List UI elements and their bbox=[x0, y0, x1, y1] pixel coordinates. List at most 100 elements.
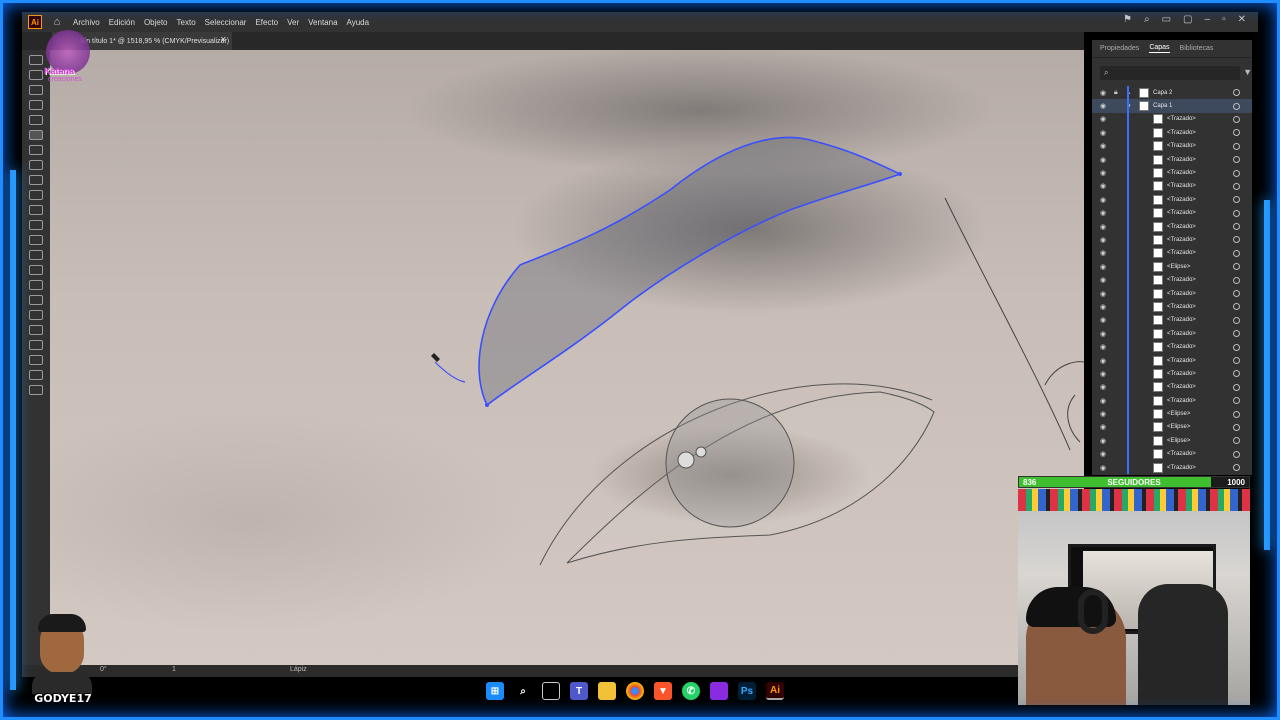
layer-name[interactable]: <Trazado> bbox=[1167, 304, 1233, 310]
windows-start-icon[interactable]: ⊞ bbox=[486, 682, 504, 700]
home-icon[interactable]: ⌂ bbox=[50, 15, 64, 29]
layer-name[interactable]: <Trazado> bbox=[1167, 157, 1233, 163]
layer-name[interactable]: <Trazado> bbox=[1167, 116, 1233, 122]
target-circle-icon[interactable] bbox=[1233, 223, 1240, 231]
sublayer-row[interactable]: ◉ <Trazado> bbox=[1092, 447, 1252, 461]
sublayer-row[interactable]: ◉ <Trazado> bbox=[1092, 327, 1252, 341]
sublayer-row[interactable]: ◉ <Elipse> bbox=[1092, 260, 1252, 274]
zoom-tool-icon[interactable] bbox=[29, 310, 43, 320]
pen-tool-icon[interactable] bbox=[29, 85, 43, 95]
layer-name[interactable]: <Trazado> bbox=[1167, 358, 1233, 364]
target-circle-icon[interactable] bbox=[1233, 464, 1240, 472]
layer-name[interactable]: <Trazado> bbox=[1167, 197, 1233, 203]
visibility-eye-icon[interactable]: ◉ bbox=[1100, 236, 1109, 244]
sublayer-row[interactable]: ◉ <Trazado> bbox=[1092, 300, 1252, 314]
menu-ventana[interactable]: Ventana bbox=[308, 18, 337, 27]
search-icon[interactable]: ⌕ bbox=[1144, 14, 1150, 25]
layer-name[interactable]: <Trazado> bbox=[1167, 451, 1233, 457]
sublayer-row[interactable]: ◉ <Trazado> bbox=[1092, 273, 1252, 287]
target-circle-icon[interactable] bbox=[1233, 169, 1240, 177]
color-mode-icon[interactable] bbox=[29, 340, 43, 350]
artboard-number[interactable]: 1 bbox=[172, 666, 176, 673]
draw-mode-icon[interactable] bbox=[29, 355, 43, 365]
sublayer-row[interactable]: ◉ <Trazado> bbox=[1092, 206, 1252, 220]
target-circle-icon[interactable] bbox=[1233, 249, 1240, 257]
visibility-eye-icon[interactable]: ◉ bbox=[1100, 102, 1109, 110]
layer-name[interactable]: <Trazado> bbox=[1167, 170, 1233, 176]
layer-name[interactable]: <Trazado> bbox=[1167, 465, 1233, 471]
layer-name[interactable]: <Elipse> bbox=[1167, 411, 1233, 417]
target-circle-icon[interactable] bbox=[1233, 142, 1240, 150]
visibility-eye-icon[interactable]: ◉ bbox=[1100, 209, 1109, 217]
anchor-point[interactable] bbox=[485, 403, 489, 407]
sublayer-row[interactable]: ◉ <Trazado> bbox=[1092, 380, 1252, 394]
target-circle-icon[interactable] bbox=[1233, 330, 1240, 338]
fill-stroke-icon[interactable] bbox=[29, 325, 43, 335]
layer-name[interactable]: <Trazado> bbox=[1167, 143, 1233, 149]
visibility-eye-icon[interactable]: ◉ bbox=[1100, 464, 1109, 472]
shape-builder-tool-icon[interactable] bbox=[29, 190, 43, 200]
layer-name[interactable]: Capa 1 bbox=[1153, 103, 1233, 109]
tab-bibliotecas[interactable]: Bibliotecas bbox=[1180, 45, 1214, 52]
visibility-eye-icon[interactable]: ◉ bbox=[1100, 142, 1109, 150]
search-icon[interactable]: ⌕ bbox=[514, 682, 532, 700]
visibility-eye-icon[interactable]: ◉ bbox=[1100, 316, 1109, 324]
menu-texto[interactable]: Texto bbox=[177, 18, 196, 27]
layer-name[interactable]: <Trazado> bbox=[1167, 371, 1233, 377]
visibility-eye-icon[interactable]: ◉ bbox=[1100, 129, 1109, 137]
layer-row[interactable]: ◉🔒︎▸Capa 2 bbox=[1092, 86, 1252, 100]
sublayer-row[interactable]: ◉ <Trazado> bbox=[1092, 233, 1252, 247]
layer-name[interactable]: <Trazado> bbox=[1167, 398, 1233, 404]
layer-name[interactable]: <Elipse> bbox=[1167, 264, 1233, 270]
target-circle-icon[interactable] bbox=[1233, 316, 1240, 324]
sublayer-row[interactable]: ◉ <Trazado> bbox=[1092, 166, 1252, 180]
visibility-eye-icon[interactable]: ◉ bbox=[1100, 182, 1109, 190]
type-tool-icon[interactable] bbox=[29, 145, 43, 155]
symbol-tool-icon[interactable] bbox=[29, 250, 43, 260]
whatsapp-icon[interactable]: ✆ bbox=[682, 682, 700, 700]
blend-tool-icon[interactable] bbox=[29, 235, 43, 245]
layer-name[interactable]: <Trazado> bbox=[1167, 291, 1233, 297]
rotation-value[interactable]: 0° bbox=[100, 666, 107, 673]
layer-name[interactable]: <Trazado> bbox=[1167, 344, 1233, 350]
tab-capas[interactable]: Capas bbox=[1149, 44, 1170, 53]
visibility-eye-icon[interactable]: ◉ bbox=[1100, 437, 1109, 445]
target-circle-icon[interactable] bbox=[1233, 102, 1240, 110]
task-view-icon[interactable] bbox=[542, 682, 560, 700]
sublayer-row[interactable]: ◉ <Trazado> bbox=[1092, 340, 1252, 354]
visibility-eye-icon[interactable]: ◉ bbox=[1100, 263, 1109, 271]
gradient-tool-icon[interactable] bbox=[29, 205, 43, 215]
target-circle-icon[interactable] bbox=[1233, 236, 1240, 244]
layer-name[interactable]: <Trazado> bbox=[1167, 224, 1233, 230]
visibility-eye-icon[interactable]: ◉ bbox=[1100, 223, 1109, 231]
teams-icon[interactable]: T bbox=[570, 682, 588, 700]
visibility-eye-icon[interactable]: ◉ bbox=[1100, 169, 1109, 177]
sublayer-row[interactable]: ◉ <Trazado> bbox=[1092, 313, 1252, 328]
visibility-eye-icon[interactable]: ◉ bbox=[1100, 397, 1109, 405]
target-circle-icon[interactable] bbox=[1233, 263, 1240, 271]
visibility-eye-icon[interactable]: ◉ bbox=[1100, 410, 1109, 418]
menu-seleccionar[interactable]: Seleccionar bbox=[205, 18, 247, 27]
illustrator-icon[interactable]: Ai bbox=[766, 682, 784, 700]
sublayer-row[interactable]: ◉ <Elipse> bbox=[1092, 420, 1252, 435]
target-circle-icon[interactable] bbox=[1233, 343, 1240, 351]
target-circle-icon[interactable] bbox=[1233, 209, 1240, 217]
sublayer-row[interactable]: ◉ <Trazado> bbox=[1092, 179, 1252, 194]
curvature-tool-icon[interactable] bbox=[29, 100, 43, 110]
chrome-icon[interactable] bbox=[626, 682, 644, 700]
share-icon[interactable]: ⚑ bbox=[1123, 14, 1132, 25]
layer-name[interactable]: <Trazado> bbox=[1167, 250, 1233, 256]
target-circle-icon[interactable] bbox=[1233, 196, 1240, 204]
visibility-eye-icon[interactable]: ◉ bbox=[1100, 357, 1109, 365]
sublayer-row[interactable]: ◉ <Trazado> bbox=[1092, 246, 1252, 261]
target-circle-icon[interactable] bbox=[1233, 423, 1240, 431]
menu-efecto[interactable]: Efecto bbox=[255, 18, 278, 27]
menu-edicion[interactable]: Edición bbox=[109, 18, 135, 27]
target-circle-icon[interactable] bbox=[1233, 182, 1240, 190]
target-circle-icon[interactable] bbox=[1233, 156, 1240, 164]
menu-ver[interactable]: Ver bbox=[287, 18, 299, 27]
target-circle-icon[interactable] bbox=[1233, 437, 1240, 445]
target-circle-icon[interactable] bbox=[1233, 410, 1240, 418]
artboard-tool-icon[interactable] bbox=[29, 280, 43, 290]
eraser-tool-icon[interactable] bbox=[29, 175, 43, 185]
